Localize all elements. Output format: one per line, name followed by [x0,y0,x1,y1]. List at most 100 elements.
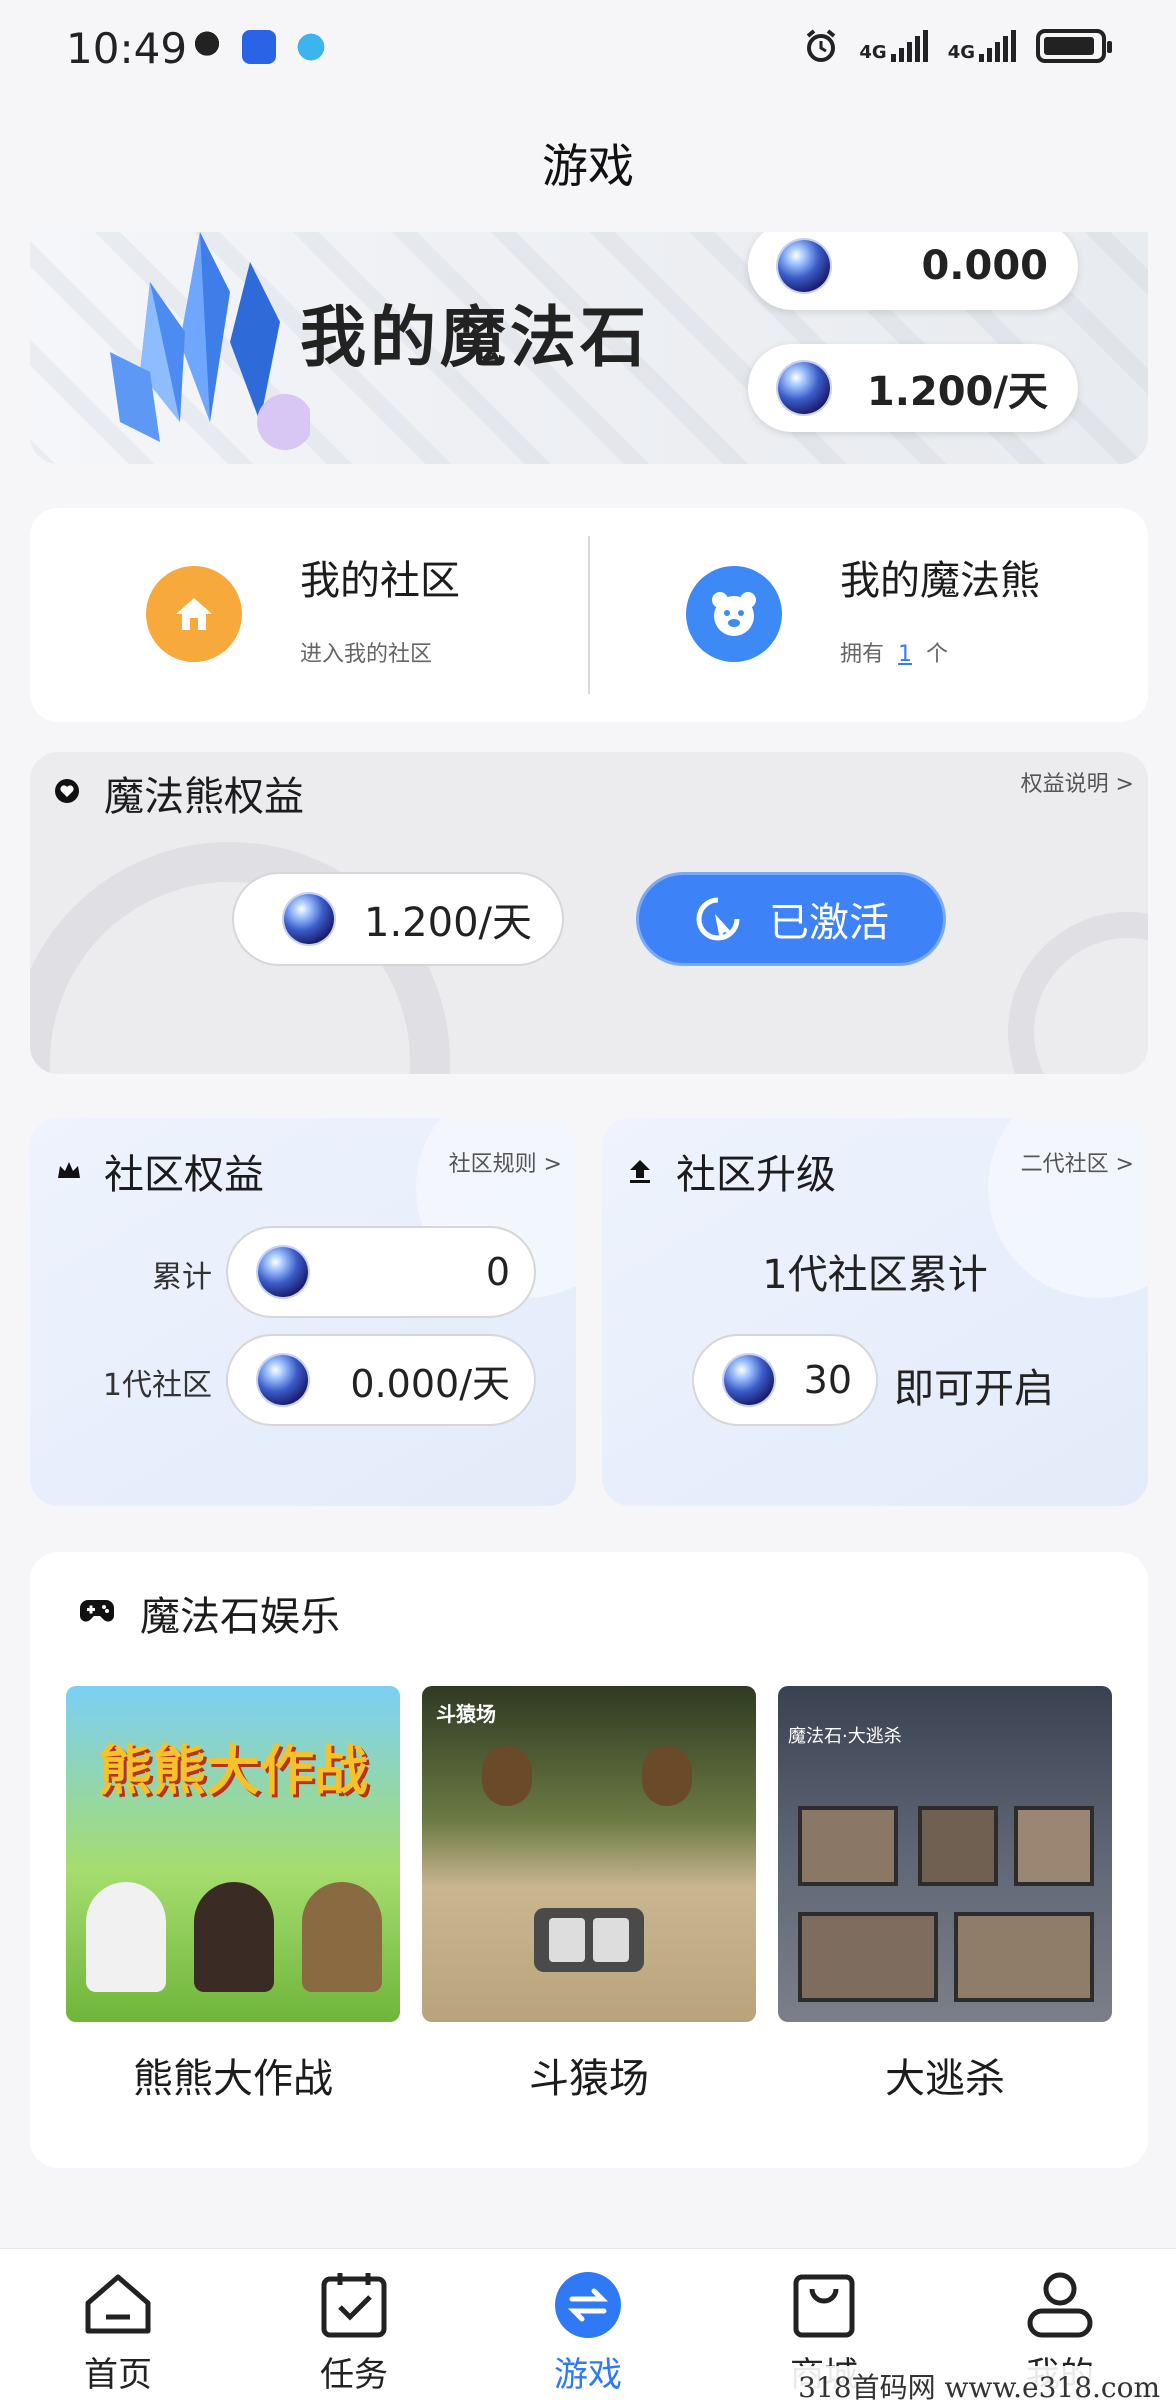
community-rules-link[interactable]: 社区规则 > [449,1146,562,1178]
nav-label: 游戏 [554,2355,622,2395]
second-gen-community-link[interactable]: 二代社区 > [1021,1146,1134,1178]
bear-owned: 拥有 1 个 [840,636,948,668]
home-circle-icon [146,566,242,662]
upgrade-desc: 1代社区累计 [762,1252,988,1298]
gamepad-icon [80,1600,114,1622]
bear-rights-card: 魔法熊权益 权益说明 > 1.200/天 已激活 [30,752,1148,1074]
signal-icon: 4G [948,30,1016,62]
nav-item-tasks[interactable]: 任务 [274,2249,434,2400]
game-swap-icon [555,2272,621,2338]
bear-character [86,1882,166,1992]
magic-orb-icon [258,1355,308,1405]
magic-orb-icon [778,240,830,292]
nav-label: 首页 [84,2355,152,2395]
banner-title: 我的魔法石 [300,299,650,376]
stone-rate-pill: 1.200/天 [748,344,1078,432]
battery-charging-icon [1036,29,1112,63]
community-card: 我的社区 进入我的社区 我的魔法熊 拥有 1 个 [30,508,1148,722]
bear-rate-pill: 1.200/天 [232,872,564,966]
owned-suffix: 个 [926,642,949,667]
home-icon [85,2274,151,2334]
page-title: 游戏 [542,139,634,193]
map-room [918,1806,998,1886]
status-notification-icons [190,30,328,64]
game-tile-bear-battle[interactable]: 熊熊大作战 [66,1686,400,2022]
game-tile-title: 魔法石·大逃杀 [788,1726,902,1747]
game-tile-battle-royale[interactable]: 魔法石·大逃杀 [778,1686,1112,2022]
site-watermark: 318首码网 www.e318.com [792,2366,1166,2400]
community-upgrade-title: 社区升级 [676,1152,836,1198]
map-room [798,1912,938,2002]
game-tile-title: 熊熊大作战 [98,1739,368,1802]
my-community-sub: 进入我的社区 [300,642,433,667]
stone-rate: 1.200/天 [866,369,1048,415]
gen1-rate-pill: 0.000/天 [226,1334,536,1426]
crystal-icon [110,232,310,450]
community-rights-title: 社区权益 [104,1152,264,1198]
owned-prefix: 拥有 [840,642,885,667]
magic-stone-banner[interactable]: 我的魔法石 0.000 1.200/天 [30,232,1148,464]
magic-orb-icon [258,1247,308,1297]
activated-label: 已激活 [769,900,889,946]
profile-icon [1027,2272,1093,2338]
game-tile-ape-arena[interactable]: 斗猿场 [422,1686,756,2022]
community-upgrade-card: 社区升级 二代社区 > 1代社区累计 30 即可开启 [602,1118,1148,1506]
my-community-title: 我的社区 [300,558,460,604]
my-community-entry[interactable]: 我的社区 进入我的社区 [30,508,586,722]
stone-balance-pill: 0.000 [748,232,1078,310]
stone-balance: 0.000 [921,243,1048,289]
upgrade-required-value: 30 [803,1358,852,1402]
upgrade-required-pill: 30 [692,1334,878,1426]
owned-count[interactable]: 1 [898,642,912,667]
game-name[interactable]: 斗猿场 [422,2046,756,2104]
community-total-value: 0 [485,1250,510,1294]
qq-icon [190,30,224,64]
heart-badge-icon [55,779,79,803]
entertainment-card: 魔法石娱乐 熊熊大作战 熊熊大作战 斗猿场 斗猿场 魔法石·大逃杀 大逃杀 [30,1552,1148,2168]
nav-label: 任务 [320,2355,388,2395]
countdown-display [534,1908,644,1972]
nav-item-games[interactable]: 游戏 [508,2249,668,2400]
my-bear-title: 我的魔法熊 [840,558,1040,604]
shop-bag-icon [793,2274,855,2338]
map-room [954,1912,1094,2002]
task-icon [321,2273,387,2338]
gen1-label: 1代社区 [102,1368,212,1403]
magic-orb-icon [778,362,830,414]
status-bar: 10:49 4G 4G [0,0,1176,100]
gen1-rate-value: 0.000/天 [350,1361,510,1406]
signal-icon: 4G [859,30,928,62]
community-rights-card: 社区权益 社区规则 > 累计 0 1代社区 0.000/天 [30,1118,576,1506]
magic-orb-icon [724,1355,774,1405]
total-label: 累计 [152,1260,212,1295]
app-bird-icon [294,30,328,64]
game-name[interactable]: 大逃杀 [778,2046,1112,2104]
rights-explain-link[interactable]: 权益说明 > [1021,766,1134,798]
bear-circle-icon [686,566,782,662]
upgrade-suffix: 即可开启 [894,1366,1054,1412]
bear-character [194,1882,274,1992]
map-room [1014,1806,1094,1886]
status-time: 10:49 [66,24,188,73]
yuan-watermark-deco [1008,912,1148,1074]
entertainment-title: 魔法石娱乐 [140,1594,340,1640]
bear-rate: 1.200/天 [364,900,532,946]
game-name[interactable]: 熊熊大作战 [66,2046,400,2104]
crown-icon [58,1162,80,1178]
game-tile-title: 斗猿场 [436,1702,496,1726]
cursor-click-icon [696,897,740,941]
ape-character [642,1746,692,1806]
map-room [798,1806,898,1886]
my-bear-entry[interactable]: 我的魔法熊 拥有 1 个 [590,508,1148,722]
app-shield-icon [242,30,276,64]
activated-button[interactable]: 已激活 [636,872,946,966]
ape-character [482,1746,532,1806]
nav-item-home[interactable]: 首页 [38,2249,198,2400]
bear-character [302,1882,382,1992]
magic-orb-icon [284,894,334,944]
upload-arrow-icon [630,1160,650,1183]
community-total-pill: 0 [226,1226,536,1318]
bear-rights-title: 魔法熊权益 [104,774,304,820]
alarm-icon [807,29,836,62]
status-system-icons: 4G 4G [803,28,1112,64]
